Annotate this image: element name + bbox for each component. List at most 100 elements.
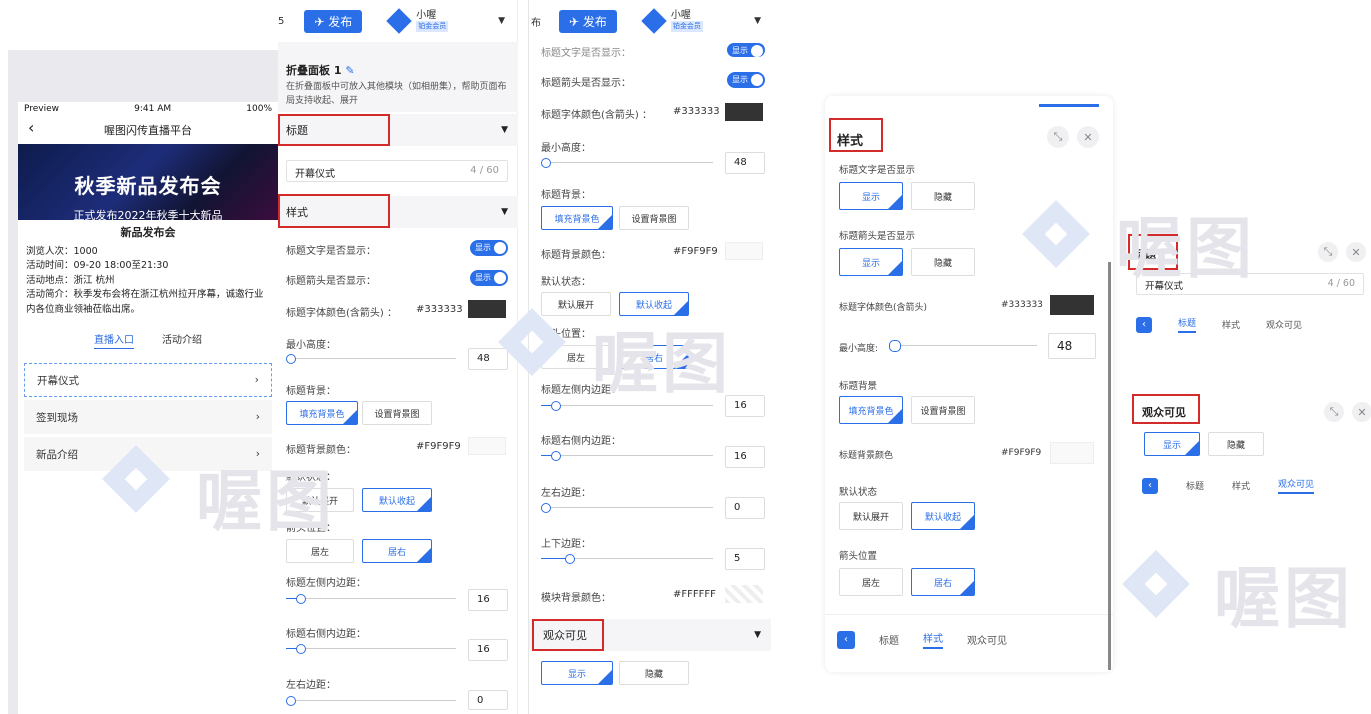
publish-button[interactable]: ✈ 发布 <box>304 9 363 33</box>
vmargin-input[interactable]: 5 <box>725 548 765 570</box>
visible-hide-button[interactable]: 隐藏 <box>619 661 689 685</box>
caret-down-icon[interactable]: ▼ <box>754 16 761 26</box>
list-item[interactable]: 签到现场 › <box>24 400 272 434</box>
bg-image-button[interactable]: 设置背景图 <box>362 401 432 425</box>
arrow-left-button[interactable]: 居左 <box>286 539 354 563</box>
left-padding-label: 标题左侧内边距： <box>541 385 621 396</box>
tab-title[interactable]: 标题 <box>1178 316 1197 333</box>
list-item[interactable]: 开幕仪式 › <box>24 363 272 397</box>
bg-color-label: 标题背景颜色： <box>286 445 356 456</box>
tab-style[interactable]: 样式 <box>1232 479 1250 492</box>
margin-label: 左右边距： <box>541 488 591 499</box>
margin-slider[interactable] <box>286 696 456 706</box>
min-height-slider[interactable] <box>541 158 713 168</box>
top-bar: 布 ✈ 发布 小喔 铂金会员 ▼ <box>529 0 771 42</box>
expand-button[interactable]: 默认展开 <box>839 502 903 530</box>
margin-slider[interactable] <box>541 503 713 513</box>
expand-button[interactable]: 默认展开 <box>286 488 354 512</box>
bg-color-swatch[interactable] <box>725 242 763 260</box>
panel-title-text: 折叠面板 1 <box>286 64 342 77</box>
back-icon[interactable]: ‹ <box>1142 477 1158 494</box>
arrow-left-button[interactable]: 居左 <box>839 568 903 596</box>
collapse-icon[interactable]: ⤡ <box>1047 126 1069 148</box>
mobile-style-panel: 样式 ⤡ ✕ 标题文字是否显示 显示 隐藏 标题箭头是否显示 显示 隐藏 标题字… <box>825 96 1113 672</box>
visible-show-button[interactable]: 显示 <box>1144 432 1200 456</box>
vip-badge: 铂金会员 <box>670 21 703 32</box>
caret-down-icon[interactable]: ▼ <box>498 16 505 26</box>
vmargin-slider[interactable] <box>541 554 713 564</box>
min-height-input[interactable]: 48 <box>468 348 508 370</box>
title-input[interactable]: 开幕仪式 4 / 60 <box>286 160 508 182</box>
font-color-swatch[interactable] <box>725 103 763 121</box>
close-icon[interactable]: ✕ <box>1346 242 1366 262</box>
arrow-left-button[interactable]: 居左 <box>541 345 611 369</box>
expand-button[interactable]: 默认展开 <box>541 292 611 316</box>
edit-icon[interactable]: ✎ <box>345 64 354 77</box>
show-arrow-toggle[interactable]: 显示 <box>470 270 508 286</box>
bg-fill-button[interactable]: 填充背景色 <box>286 401 358 425</box>
tab-title[interactable]: 标题 <box>879 632 899 647</box>
collapse-button[interactable]: 默认收起 <box>362 488 432 512</box>
list-item[interactable]: 新品介绍 › <box>24 437 272 471</box>
tab-live[interactable]: 直播入口 <box>94 331 134 349</box>
collapse-button[interactable]: 默认收起 <box>619 292 689 316</box>
right-padding-input[interactable]: 16 <box>468 639 508 661</box>
publish-button[interactable]: ✈ 发布 <box>559 9 617 33</box>
cut-text: 5 <box>278 15 285 27</box>
show-arrow-on[interactable]: 显示 <box>839 248 903 276</box>
margin-input[interactable]: 0 <box>468 690 508 710</box>
font-color-swatch[interactable] <box>1050 295 1094 315</box>
tab-title[interactable]: 标题 <box>1186 479 1204 492</box>
close-icon[interactable]: ✕ <box>1077 126 1099 148</box>
left-padding-input[interactable]: 16 <box>468 589 508 611</box>
right-padding-slider[interactable] <box>541 451 713 461</box>
min-height-slider[interactable] <box>889 340 1037 352</box>
tab-visible[interactable]: 观众可见 <box>1266 318 1302 331</box>
back-icon[interactable]: ‹ <box>837 630 855 649</box>
tab-visible[interactable]: 观众可见 <box>1278 477 1315 494</box>
min-height-slider[interactable] <box>286 354 456 364</box>
show-text-toggle[interactable]: 显示 <box>727 43 765 57</box>
bg-label: 标题背景： <box>541 190 591 201</box>
tab-intro[interactable]: 活动介绍 <box>162 331 202 349</box>
min-height-input[interactable]: 48 <box>725 152 765 174</box>
bg-fill-button[interactable]: 填充背景色 <box>839 396 903 424</box>
arrow-right-button[interactable]: 居右 <box>619 345 689 369</box>
bg-image-button[interactable]: 设置背景图 <box>619 206 689 230</box>
visible-show-button[interactable]: 显示 <box>541 661 613 685</box>
show-arrow-off[interactable]: 隐藏 <box>911 248 975 276</box>
tab-style[interactable]: 样式 <box>923 630 943 649</box>
min-height-input[interactable]: 48 <box>1048 333 1096 359</box>
bg-fill-button[interactable]: 填充背景色 <box>541 206 613 230</box>
tab-visible[interactable]: 观众可见 <box>967 632 1007 647</box>
left-padding-slider[interactable] <box>286 594 456 604</box>
visible-hide-button[interactable]: 隐藏 <box>1208 432 1264 456</box>
back-icon[interactable]: ‹ <box>1136 316 1152 333</box>
show-text-toggle[interactable]: 显示 <box>470 240 508 256</box>
tab-style[interactable]: 样式 <box>1222 318 1240 331</box>
title-input[interactable]: 开幕仪式 4 / 60 <box>1136 273 1364 295</box>
arrow-right-button[interactable]: 居右 <box>362 539 432 563</box>
left-padding-input[interactable]: 16 <box>725 395 765 417</box>
margin-input[interactable]: 0 <box>725 497 765 519</box>
show-arrow-toggle[interactable]: 显示 <box>727 72 765 88</box>
right-padding-input[interactable]: 16 <box>725 446 765 468</box>
accent-bar <box>1039 104 1099 107</box>
bg-image-button[interactable]: 设置背景图 <box>911 396 975 424</box>
show-arrow-label: 标题箭头是否显示： <box>541 78 631 89</box>
close-icon[interactable]: ✕ <box>1352 402 1371 422</box>
bg-color-swatch[interactable] <box>1050 442 1094 464</box>
font-color-swatch[interactable] <box>468 300 506 318</box>
collapse-icon[interactable]: ⤡ <box>1324 402 1344 422</box>
right-padding-slider[interactable] <box>286 644 456 654</box>
arrow-right-button[interactable]: 居右 <box>911 568 975 596</box>
module-bg-swatch[interactable] <box>725 585 763 603</box>
show-text-off[interactable]: 隐藏 <box>911 182 975 210</box>
left-padding-slider[interactable] <box>541 401 713 411</box>
collapse-button[interactable]: 默认收起 <box>911 502 975 530</box>
collapse-icon[interactable]: ⤡ <box>1318 242 1338 262</box>
show-text-on[interactable]: 显示 <box>839 182 903 210</box>
bg-color-swatch[interactable] <box>468 437 506 455</box>
scrollbar[interactable] <box>1108 262 1111 670</box>
back-icon[interactable]: ‹ <box>28 118 34 137</box>
